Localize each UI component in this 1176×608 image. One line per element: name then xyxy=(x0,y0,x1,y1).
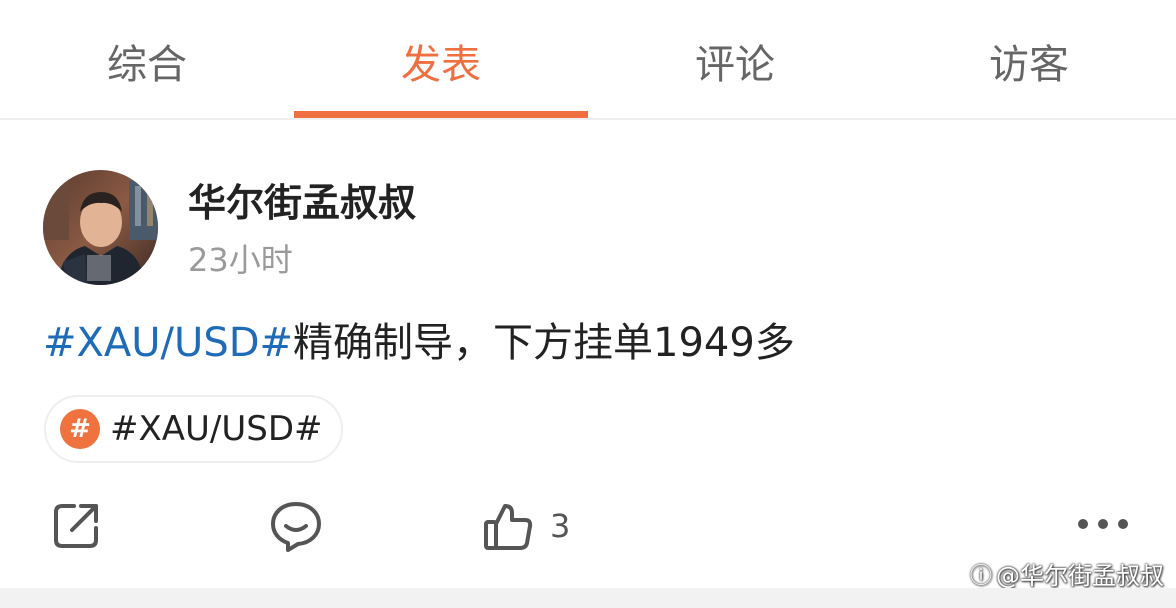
tab-label: 评论 xyxy=(695,42,775,88)
hashtag-icon: # xyxy=(60,409,100,449)
author-name[interactable]: 华尔街孟叔叔 xyxy=(188,172,416,227)
topic-chip[interactable]: # #XAU/USD# xyxy=(44,395,343,463)
tab-label: 综合 xyxy=(107,42,187,88)
share-button[interactable] xyxy=(48,498,104,554)
watermark: ⓘ @华尔街孟叔叔 xyxy=(970,556,1164,591)
tab-label: 访客 xyxy=(989,42,1069,88)
topic-label: #XAU/USD# xyxy=(110,409,323,449)
post-body: 精确制导，下方挂单1949多 xyxy=(293,320,795,366)
tab-comments[interactable]: 评论 xyxy=(588,0,882,118)
share-icon xyxy=(54,504,98,548)
post-time: 23小时 xyxy=(188,241,293,279)
post-content: #XAU/USD#精确制导，下方挂单1949多 xyxy=(43,310,795,368)
more-button[interactable] xyxy=(1076,512,1130,536)
like-button[interactable]: 3 xyxy=(482,498,570,554)
tab-visitors[interactable]: 访客 xyxy=(882,0,1176,118)
avatar[interactable] xyxy=(43,170,158,285)
tab-bar: 综合 发表 评论 访客 xyxy=(0,0,1176,120)
like-count: 3 xyxy=(550,507,571,545)
more-icon xyxy=(1078,519,1128,529)
comment-button[interactable] xyxy=(268,498,324,554)
comment-icon xyxy=(271,502,321,552)
tab-label: 发表 xyxy=(401,42,481,88)
hashtag-link[interactable]: #XAU/USD# xyxy=(43,320,293,366)
thumbs-up-icon xyxy=(484,504,533,550)
watermark-logo-icon: ⓘ xyxy=(969,563,992,589)
tab-posts[interactable]: 发表 xyxy=(294,0,588,118)
watermark-text: @华尔街孟叔叔 xyxy=(996,562,1164,590)
divider xyxy=(0,588,1176,608)
tab-overview[interactable]: 综合 xyxy=(0,0,294,118)
